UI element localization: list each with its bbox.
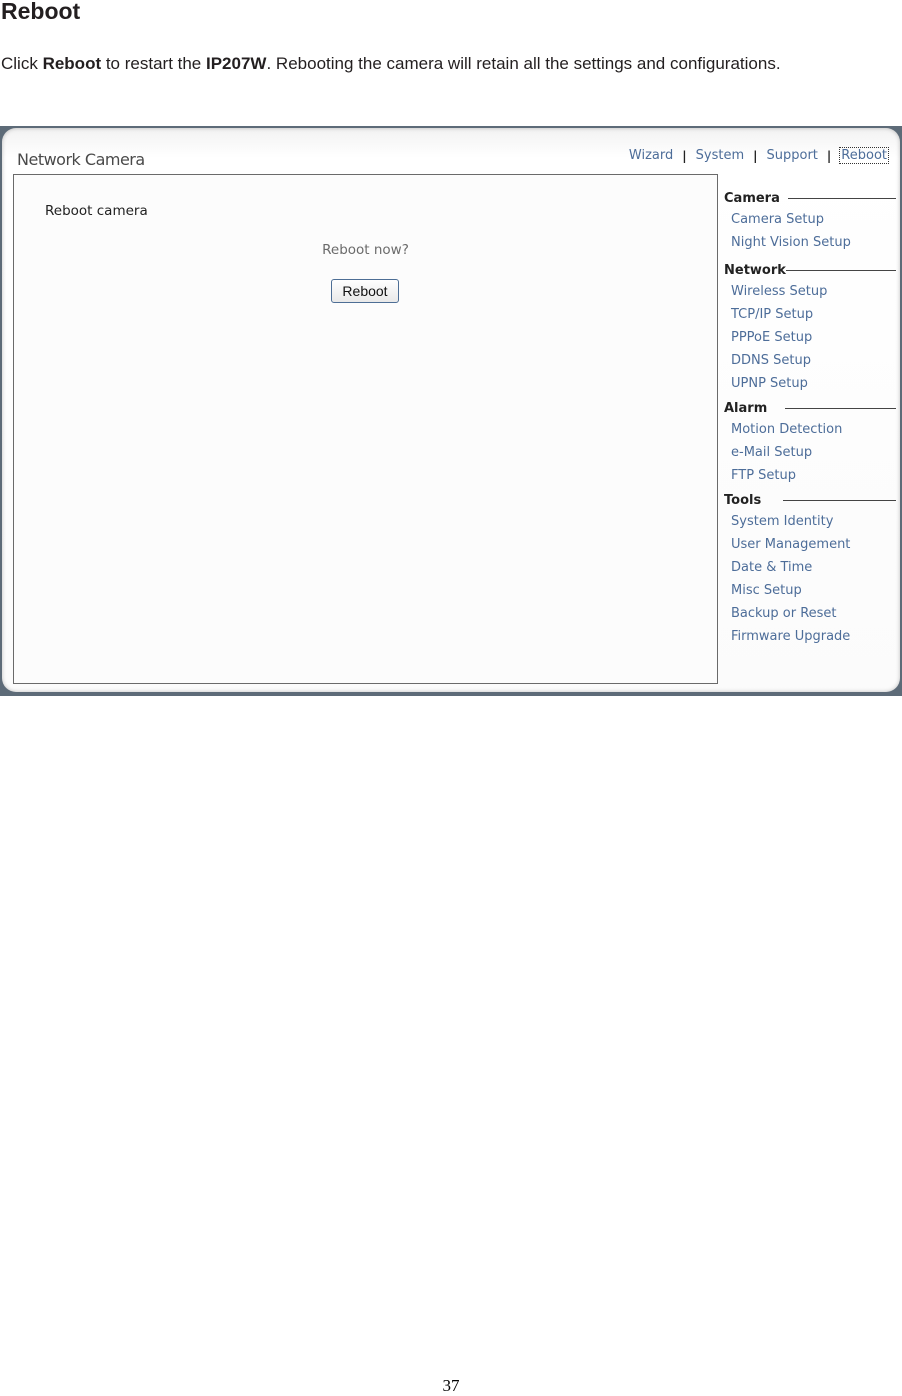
sidebar-item-upnp-setup[interactable]: UPNP Setup — [724, 372, 896, 395]
divider — [785, 407, 896, 409]
reboot-button[interactable]: Reboot — [331, 279, 399, 303]
sidebar-heading: Alarm — [724, 398, 896, 418]
top-nav: Wizard | System | Support | Reboot — [629, 147, 889, 164]
para-text-1: Click — [1, 54, 43, 73]
document-paragraph: Click Reboot to restart the IP207W. Rebo… — [1, 54, 781, 74]
nav-reboot[interactable]: Reboot — [839, 147, 889, 164]
sidebar-heading-label: Alarm — [724, 400, 768, 416]
confirm-text: Reboot now? — [322, 242, 409, 258]
sidebar-heading-label: Network — [724, 262, 786, 278]
sidebar-section-alarm: Alarm Motion Detection e-Mail Setup FTP … — [724, 398, 896, 487]
nav-system[interactable]: System — [696, 148, 744, 163]
sidebar-item-backup-reset[interactable]: Backup or Reset — [724, 602, 896, 625]
app-title: Network Camera — [17, 150, 145, 169]
sidebar-item-date-time[interactable]: Date & Time — [724, 556, 896, 579]
app-window: Network Camera Wizard | System | Support… — [2, 128, 900, 692]
divider — [785, 269, 896, 271]
sidebar-heading-label: Tools — [724, 492, 762, 508]
sidebar-heading: Tools — [724, 490, 896, 510]
page-number: 37 — [442, 1376, 460, 1395]
sidebar-item-email-setup[interactable]: e-Mail Setup — [724, 441, 896, 464]
sidebar-section-tools: Tools System Identity User Management Da… — [724, 490, 896, 648]
para-text-2: to restart the — [101, 54, 206, 73]
sidebar-item-system-identity[interactable]: System Identity — [724, 510, 896, 533]
sidebar-item-misc-setup[interactable]: Misc Setup — [724, 579, 896, 602]
content-panel: Reboot camera Reboot now? Reboot — [13, 174, 718, 684]
sidebar-item-tcpip-setup[interactable]: TCP/IP Setup — [724, 303, 896, 326]
sidebar-item-firmware-upgrade[interactable]: Firmware Upgrade — [724, 625, 896, 648]
para-text-3: . Rebooting the camera will retain all t… — [266, 54, 781, 73]
nav-wizard[interactable]: Wizard — [629, 148, 673, 163]
nav-separator: | — [682, 148, 687, 163]
sidebar-heading-label: Camera — [724, 190, 780, 206]
sidebar-heading: Network — [724, 260, 896, 280]
document-title: Reboot — [1, 0, 81, 24]
embedded-screenshot: Network Camera Wizard | System | Support… — [0, 126, 902, 696]
sidebar: Camera Camera Setup Night Vision Setup N… — [724, 188, 896, 648]
sidebar-item-camera-setup[interactable]: Camera Setup — [724, 208, 896, 231]
sidebar-section-network: Network Wireless Setup TCP/IP Setup PPPo… — [724, 260, 896, 395]
sidebar-heading: Camera — [724, 188, 896, 208]
nav-separator: | — [826, 148, 832, 163]
sidebar-item-ftp-setup[interactable]: FTP Setup — [724, 464, 896, 487]
sidebar-item-pppoe-setup[interactable]: PPPoE Setup — [724, 326, 896, 349]
sidebar-item-wireless-setup[interactable]: Wireless Setup — [724, 280, 896, 303]
panel-heading: Reboot camera — [45, 203, 148, 219]
sidebar-item-user-management[interactable]: User Management — [724, 533, 896, 556]
divider — [783, 499, 896, 501]
sidebar-item-night-vision-setup[interactable]: Night Vision Setup — [724, 231, 896, 254]
sidebar-item-ddns-setup[interactable]: DDNS Setup — [724, 349, 896, 372]
nav-support[interactable]: Support — [767, 148, 818, 163]
divider — [787, 197, 896, 199]
para-bold-reboot: Reboot — [42, 54, 102, 73]
sidebar-section-camera: Camera Camera Setup Night Vision Setup — [724, 188, 896, 254]
para-bold-model: IP207W — [206, 54, 267, 73]
sidebar-item-motion-detection[interactable]: Motion Detection — [724, 418, 896, 441]
nav-separator: | — [753, 148, 758, 163]
